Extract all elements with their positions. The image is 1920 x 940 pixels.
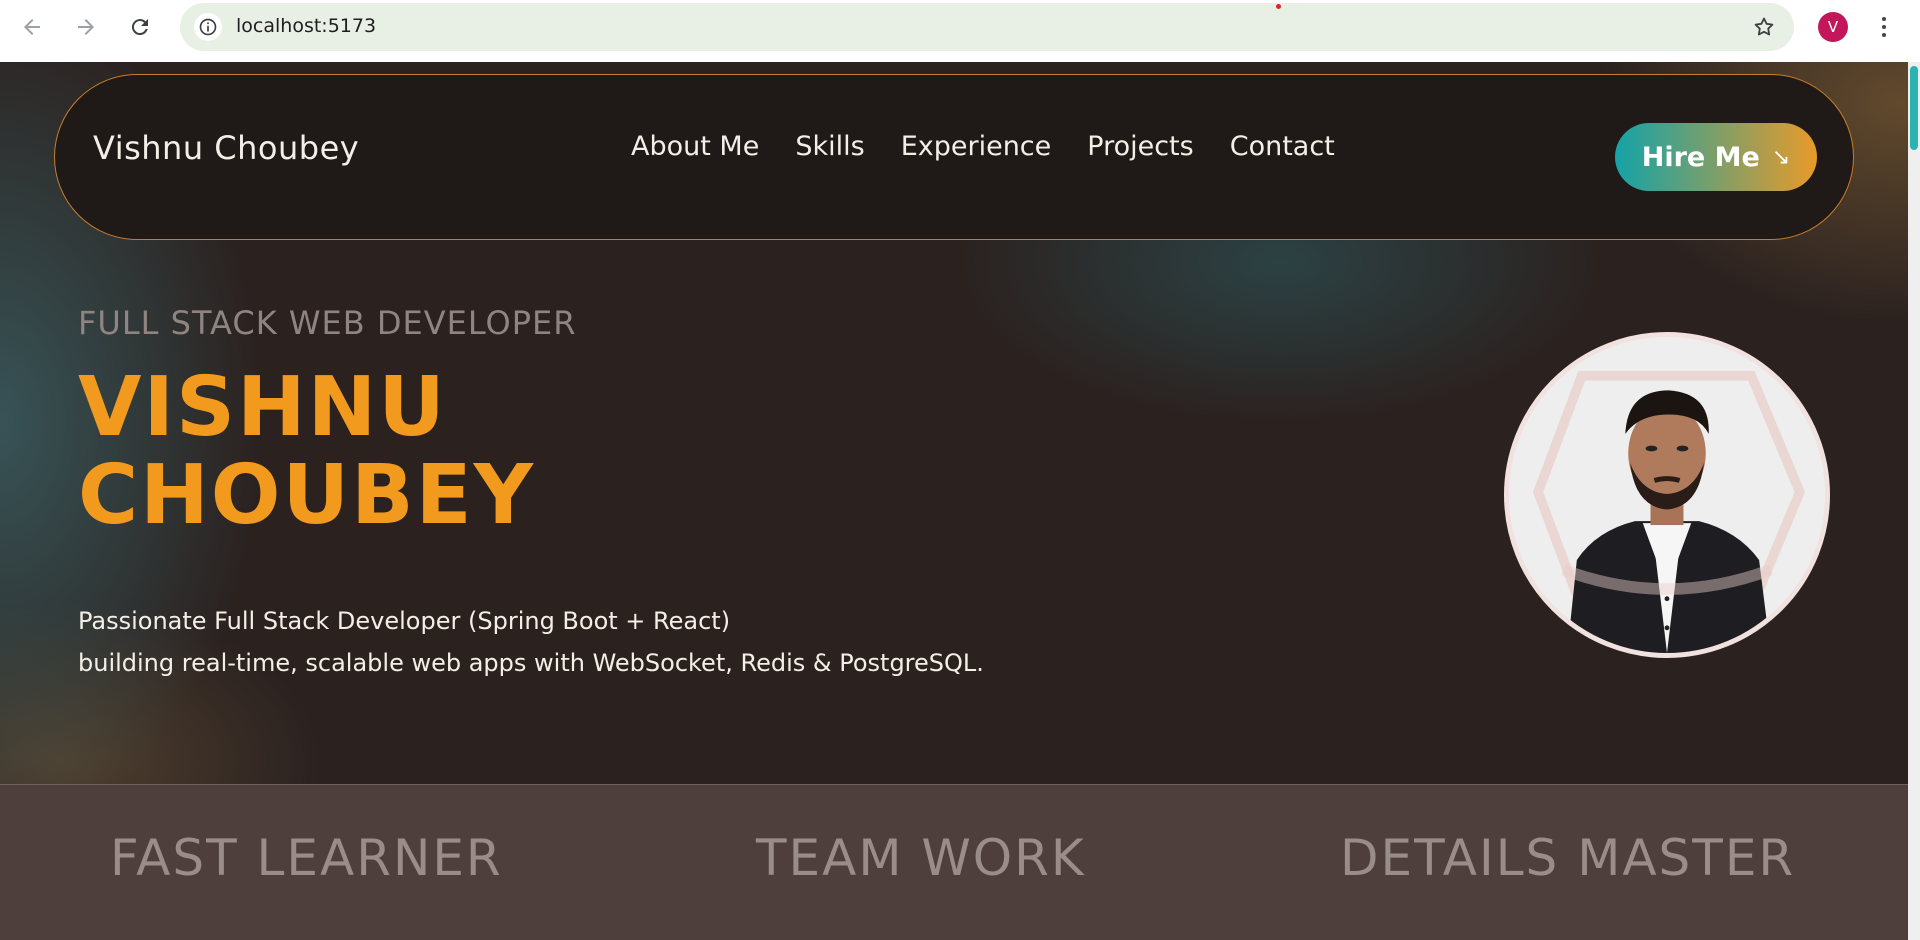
hero-name: VISHNU CHOUBEY bbox=[78, 364, 535, 540]
page-scrollbar[interactable] bbox=[1908, 62, 1920, 940]
profile-photo bbox=[1504, 332, 1830, 658]
hero-description-line1: Passionate Full Stack Developer (Spring … bbox=[78, 607, 731, 635]
hero-subtitle: FULL STACK WEB DEVELOPER bbox=[78, 304, 577, 342]
browser-toolbar: localhost:5173 V bbox=[0, 0, 1920, 62]
hero-name-line2: CHOUBEY bbox=[78, 448, 535, 543]
hire-me-button[interactable]: Hire Me ↘ bbox=[1615, 123, 1817, 191]
nav-link-contact[interactable]: Contact bbox=[1230, 131, 1335, 162]
scrollbar-thumb[interactable] bbox=[1910, 66, 1918, 150]
star-icon[interactable] bbox=[1752, 15, 1776, 39]
highlight-fast-learner: FAST LEARNER bbox=[110, 829, 503, 887]
hero-description: Passionate Full Stack Developer (Spring … bbox=[78, 600, 984, 684]
brand-name[interactable]: Vishnu Choubey bbox=[93, 129, 359, 167]
forward-arrow-icon bbox=[78, 19, 94, 35]
back-button[interactable] bbox=[14, 9, 50, 45]
forward-button[interactable] bbox=[68, 9, 104, 45]
reload-button[interactable] bbox=[122, 9, 158, 45]
hero-description-line2: building real-time, scalable web apps wi… bbox=[78, 649, 984, 677]
reload-icon bbox=[131, 19, 148, 36]
highlights-band: FAST LEARNER TEAM WORK DETAILS MASTER bbox=[0, 784, 1908, 940]
hero-name-line1: VISHNU bbox=[78, 360, 447, 455]
nav-link-experience[interactable]: Experience bbox=[901, 131, 1052, 162]
nav-link-skills[interactable]: Skills bbox=[795, 131, 864, 162]
profile-photo-image bbox=[1509, 337, 1825, 653]
profile-avatar[interactable]: V bbox=[1818, 12, 1848, 42]
info-icon bbox=[199, 18, 217, 36]
address-bar[interactable]: localhost:5173 bbox=[180, 3, 1794, 51]
site-info-button[interactable] bbox=[194, 13, 222, 41]
url-text: localhost:5173 bbox=[236, 15, 377, 37]
nav-link-projects[interactable]: Projects bbox=[1087, 131, 1193, 162]
menu-kebab-icon[interactable] bbox=[1874, 13, 1894, 41]
nav-links: About Me Skills Experience Projects Cont… bbox=[631, 131, 1335, 162]
recording-indicator-dot bbox=[1276, 4, 1281, 9]
hire-me-label: Hire Me bbox=[1641, 141, 1760, 173]
highlight-details-master: DETAILS MASTER bbox=[1340, 829, 1796, 887]
page-viewport: Vishnu Choubey About Me Skills Experienc… bbox=[0, 62, 1908, 940]
highlight-team-work: TEAM WORK bbox=[756, 829, 1086, 887]
arrow-down-right-icon: ↘ bbox=[1771, 144, 1791, 170]
site-navbar: Vishnu Choubey About Me Skills Experienc… bbox=[54, 74, 1854, 240]
back-arrow-icon bbox=[24, 19, 40, 35]
nav-link-about-me[interactable]: About Me bbox=[631, 131, 759, 162]
